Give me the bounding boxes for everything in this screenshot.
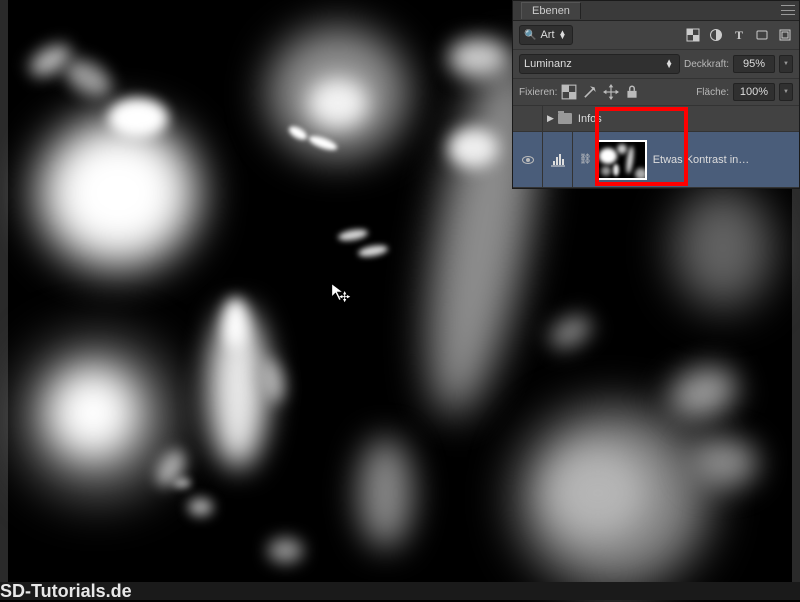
mask-blob [173,478,191,488]
layer-name[interactable]: Infos [578,113,602,125]
mask-blob [223,298,248,348]
layers-panel: Ebenen 🔍 Art ▲▼ T Luminanz ▲▼ Deckkraft:… [512,0,800,189]
mask-blob [448,128,498,168]
visibility-toggle[interactable] [513,106,543,131]
opacity-stepper[interactable]: ▼ [779,55,793,73]
blend-opacity-row: Luminanz ▲▼ Deckkraft: 95% ▼ [513,50,799,79]
mask-blob [662,358,745,429]
panel-menu-icon[interactable] [781,5,795,15]
lock-transparency-icon[interactable] [561,84,577,100]
lock-pixels-icon[interactable] [582,84,598,100]
frame-bottom: SD-Tutorials.de [0,582,800,600]
lock-fill-row: Fixieren: Fläche: 100% ▼ [513,79,799,106]
blendmode-select[interactable]: Luminanz ▲▼ [519,54,680,74]
select-arrows-icon: ▲▼ [559,31,567,39]
select-arrows-icon: ▲▼ [665,60,673,68]
filter-type-icon[interactable]: T [731,27,747,43]
mask-blob [544,309,597,356]
lock-position-icon[interactable] [603,84,619,100]
folder-icon [558,113,572,124]
mask-blob [337,227,368,242]
mask-blob [188,498,213,516]
eye-icon [522,156,534,164]
filter-label: Art [540,29,554,41]
filter-adjustment-icon[interactable] [708,27,724,43]
frame-left [0,0,8,600]
watermark: SD-Tutorials.de [0,581,132,602]
opacity-value[interactable]: 95% [733,55,775,73]
mask-thumb-wrap[interactable]: ⛓ [579,140,647,180]
fill-label[interactable]: Fläche: [696,87,729,98]
disclosure-triangle-icon[interactable]: ▶ [547,113,554,124]
mask-blob [48,368,138,458]
mask-blob [108,98,168,138]
mask-blob [358,438,413,548]
layer-name[interactable]: Etwas Kontrast in… [653,154,799,166]
visibility-toggle[interactable] [513,132,543,187]
mask-blob [357,243,388,258]
opacity-label[interactable]: Deckkraft: [684,59,729,70]
filter-shape-icon[interactable] [754,27,770,43]
search-icon: 🔍 [524,30,536,41]
lock-label: Fixieren: [519,87,557,98]
filter-smartobject-icon[interactable] [777,27,793,43]
mask-blob [673,188,773,308]
panel-title[interactable]: Ebenen [521,2,581,19]
levels-icon [549,151,567,169]
fill-value[interactable]: 100% [733,83,775,101]
adjustment-thumb[interactable] [543,132,573,187]
layer-mask-thumbnail[interactable] [595,140,647,180]
mask-blob [38,118,198,268]
lock-all-icon[interactable] [624,84,640,100]
link-icon[interactable]: ⛓ [579,154,592,165]
mask-blob [448,38,508,78]
mask-blob [268,538,303,563]
mask-blob [308,78,368,128]
layer-adjustment-row[interactable]: ⛓ Etwas Kontrast in… [513,132,799,188]
layer-group-row[interactable]: ▶ Infos [513,106,799,132]
filter-type-select[interactable]: 🔍 Art ▲▼ [519,25,573,45]
blendmode-value: Luminanz [524,58,572,70]
fill-stepper[interactable]: ▼ [779,83,793,101]
mask-blob [548,448,648,538]
filter-row: 🔍 Art ▲▼ T [513,21,799,50]
filter-pixel-icon[interactable] [685,27,701,43]
panel-tab-bar: Ebenen [513,1,799,21]
mask-blob [688,438,758,488]
